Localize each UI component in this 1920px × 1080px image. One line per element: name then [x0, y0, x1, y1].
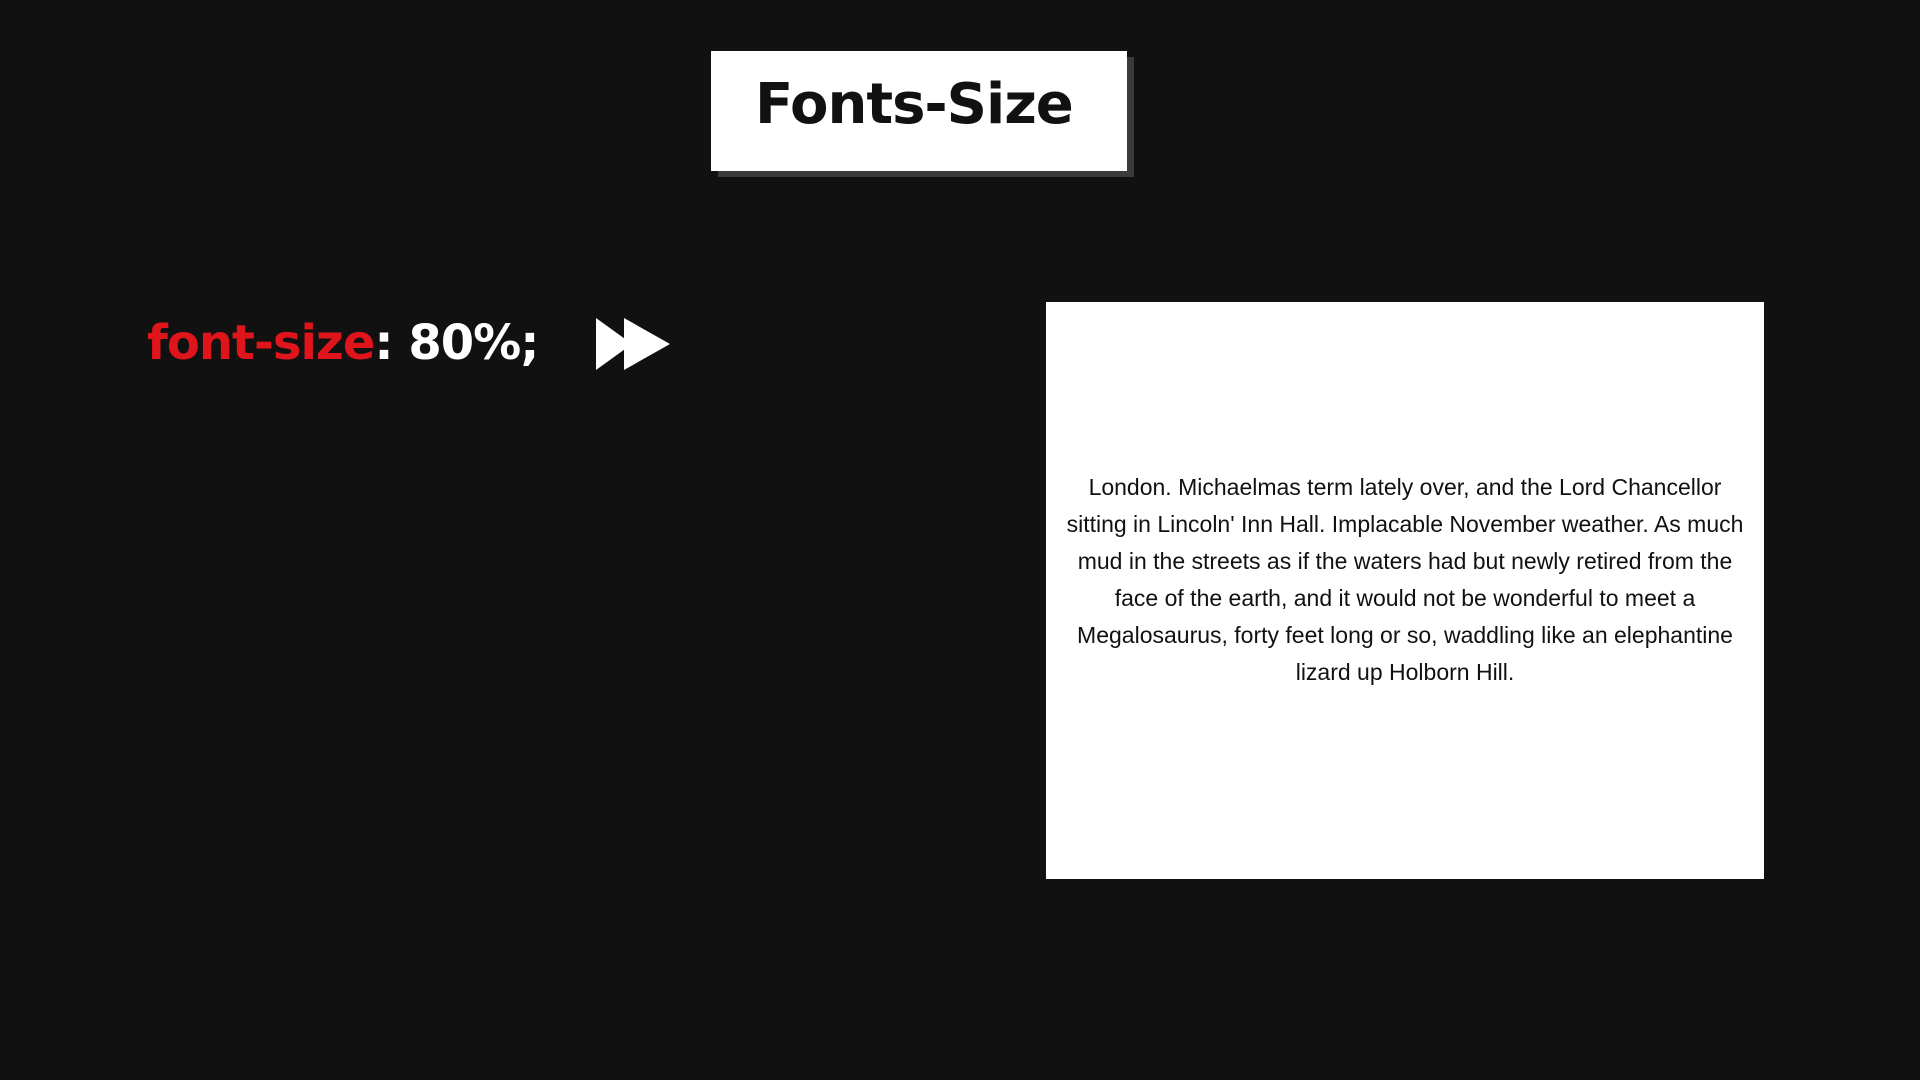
- preview-box: London. Michaelmas term lately over, and…: [1046, 302, 1764, 879]
- page-title: Fonts-Size: [755, 72, 1074, 137]
- title-card: Fonts-Size: [711, 51, 1127, 171]
- css-declaration: font-size: 80%;: [147, 308, 539, 378]
- css-colon: :: [374, 315, 393, 371]
- css-value: 80%;: [392, 315, 539, 371]
- preview-paragraph: London. Michaelmas term lately over, and…: [1066, 473, 1744, 685]
- fast-forward-icon: [596, 318, 670, 370]
- css-property: font-size: [147, 315, 375, 371]
